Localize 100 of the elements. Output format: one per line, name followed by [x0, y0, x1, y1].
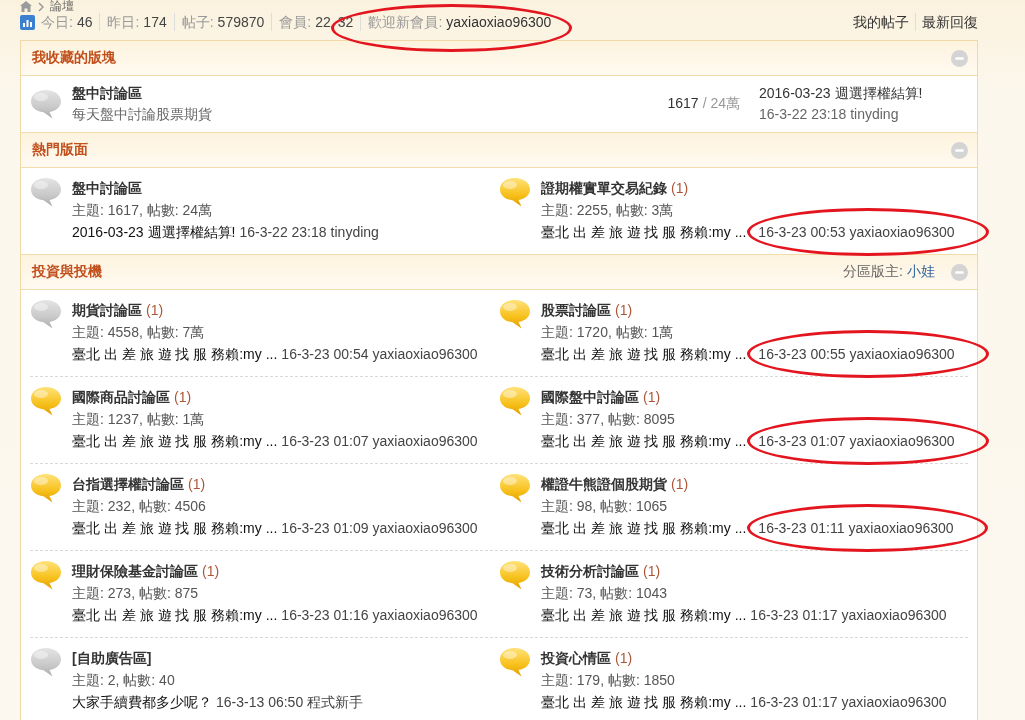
stat-value: 579870	[217, 13, 265, 31]
member-link[interactable]: yaxiaoxiao96300	[446, 13, 552, 31]
forum-stats: 主題: 1237, 帖數: 1萬	[72, 410, 205, 429]
forum-link[interactable]: 期貨討論區	[72, 299, 142, 321]
stat-value: 22	[315, 13, 331, 31]
username-link[interactable]: yaxiaoxiao96300	[841, 691, 947, 713]
bar-chart-icon	[20, 14, 35, 30]
stat-label: 帖子:	[181, 13, 214, 31]
username-link[interactable]: yaxiaoxiao96300	[372, 343, 478, 365]
forum-link[interactable]: 股票討論區	[541, 299, 611, 321]
forum-link[interactable]: 國際商品討論區	[72, 386, 170, 408]
username-link[interactable]: yaxiaoxiao96300	[372, 604, 478, 626]
collapse-icon[interactable]	[951, 49, 968, 67]
forum-stats: 主題: 2, 帖數: 40	[72, 671, 175, 690]
nav-link[interactable]: 我的帖子	[847, 13, 915, 31]
post-count: / 24萬	[702, 95, 740, 113]
thread-link[interactable]: 臺北 出 差 旅 遊 找 服 務賴:my ...	[541, 430, 747, 452]
post-time: 16-3-23 01:11	[758, 519, 845, 538]
post-time: 16-3-23 01:17	[750, 606, 838, 625]
today-count: (1)	[671, 475, 689, 494]
thread-link[interactable]: 臺北 出 差 旅 遊 找 服 務賴:my ...	[541, 517, 747, 539]
today-count: (1)	[174, 388, 192, 407]
stat-value: 174	[143, 13, 167, 31]
thread-link[interactable]: 臺北 出 差 旅 遊 找 服 務賴:my ...	[541, 691, 747, 713]
forum-stats: 主題: 1617, 帖數: 24萬	[72, 201, 213, 220]
forum-stats: 主題: 179, 帖數: 1850	[541, 671, 675, 690]
thread-link[interactable]: 臺北 出 差 旅 遊 找 服 務賴:my ...	[541, 343, 747, 365]
moderator-link[interactable]: 小娃	[907, 263, 935, 281]
forum-link[interactable]: 台指選擇權討論區	[72, 473, 184, 495]
stat-label: 會員:	[279, 13, 312, 31]
forum-stats: 主題: 4558, 帖數: 7萬	[72, 323, 205, 342]
forum-link[interactable]: 理財保險基金討論區	[72, 560, 198, 582]
today-count: (1)	[188, 475, 206, 494]
username-link[interactable]: yaxiaoxiao96300	[372, 430, 478, 452]
today-count: (1)	[615, 649, 633, 668]
username-link[interactable]: yaxiaoxiao96300	[849, 430, 955, 452]
username-link[interactable]: tinyding	[330, 221, 379, 243]
nav-link[interactable]: 最新回復	[915, 13, 978, 31]
post-time: 16-3-23 01:17	[750, 693, 838, 712]
forum-link[interactable]: 技術分析討論區	[541, 560, 639, 582]
forum-stats: 主題: 2255, 帖數: 3萬	[541, 201, 674, 220]
post-time: 16-3-23 00:53	[758, 223, 846, 242]
username-link[interactable]: yaxiaoxiao96300	[372, 517, 478, 539]
forum-stats: 主題: 273, 帖數: 875	[72, 584, 199, 603]
today-count: (1)	[643, 388, 661, 407]
forum-link[interactable]: 國際盤中討論區	[541, 386, 639, 408]
today-count: (1)	[671, 179, 689, 198]
post-time: 16-3-23 00:54	[281, 345, 369, 364]
username-link[interactable]: yaxiaoxiao96300	[849, 343, 955, 365]
forum-stats: 主題: 73, 帖數: 1043	[541, 584, 668, 603]
post-time: 16-3-22 23:18	[239, 223, 327, 242]
forum-link[interactable]: 盤中討論區	[72, 177, 142, 199]
username-link[interactable]: yaxiaoxiao96300	[849, 221, 955, 243]
today-count: (1)	[615, 301, 633, 320]
thread-link[interactable]: 臺北 出 差 旅 遊 找 服 務賴:my ...	[72, 604, 278, 626]
section-title: 熱門版面	[32, 141, 88, 159]
forum-link[interactable]: 證期權實單交易紀錄	[541, 177, 667, 199]
stat-label: 今日:	[41, 13, 73, 31]
thread-link[interactable]: 臺北 出 差 旅 遊 找 服 務賴:my ...	[541, 221, 747, 243]
thread-link[interactable]: 臺北 出 差 旅 遊 找 服 務賴:my ...	[72, 517, 278, 539]
username-link[interactable]: yaxiaoxiao96300	[848, 517, 954, 539]
chevron-icon	[38, 1, 44, 12]
stat-value: 32	[337, 13, 355, 31]
post-time: 16-3-23 01:09	[281, 519, 369, 538]
breadcrumb-link[interactable]: 論壇	[50, 0, 74, 13]
forum-stats: 主題: 98, 帖數: 1065	[541, 497, 668, 516]
username-link[interactable]: tinyding	[850, 104, 899, 125]
forum-link[interactable]: 投資心情區	[541, 647, 611, 669]
post-time: 16-3-23 00:55	[758, 345, 846, 364]
forum-link[interactable]: 盤中討論區	[72, 83, 142, 104]
home-icon[interactable]	[20, 1, 32, 12]
forum-stats: 主題: 232, 帖數: 4506	[72, 497, 206, 516]
forum-stats: 主題: 377, 帖數: 8095	[541, 410, 675, 429]
collapse-icon[interactable]	[951, 141, 968, 159]
stat-label: 昨日:	[107, 13, 140, 31]
thread-link[interactable]: 臺北 出 差 旅 遊 找 服 務賴:my ...	[72, 343, 278, 365]
username-link[interactable]: yaxiaoxiao96300	[841, 604, 947, 626]
thread-link[interactable]: 2016-03-23 週選擇權結算!	[72, 221, 236, 243]
thread-link[interactable]: 臺北 出 差 旅 遊 找 服 務賴:my ...	[541, 604, 747, 626]
stat-value: 46	[76, 13, 93, 31]
stat-label: 歡迎新會員:	[368, 13, 443, 31]
forum-stats: 主題: 1720, 帖數: 1萬	[541, 323, 674, 342]
section-title: 投資與投機	[32, 263, 102, 281]
post-time: 16-3-23 01:07	[281, 432, 369, 451]
thread-link[interactable]: 2016-03-23 週選擇權結算!	[759, 83, 923, 104]
collapse-icon[interactable]	[951, 263, 968, 281]
forum-description: 每天盤中討論股票期貨	[72, 105, 212, 124]
post-time: 16-3-23 01:07	[758, 432, 846, 451]
today-count: (1)	[202, 562, 220, 581]
post-time: 16-3-22 23:18	[759, 105, 847, 124]
forum-link[interactable]: 權證牛熊證個股期貨	[541, 473, 667, 495]
thread-link[interactable]: 臺北 出 差 旅 遊 找 服 務賴:my ...	[72, 430, 278, 452]
forum-link[interactable]: [自助廣告區]	[72, 647, 152, 669]
section-title: 我收藏的版塊	[32, 49, 116, 67]
username-link[interactable]: 程式新手	[307, 691, 364, 713]
post-time: 16-3-23 01:16	[281, 606, 369, 625]
thread-link[interactable]: 大家手續費都多少呢？	[72, 691, 212, 713]
today-count: (1)	[146, 301, 164, 320]
thread-count: 1617	[667, 95, 699, 113]
moderator-label: 分區版主:	[843, 263, 903, 281]
